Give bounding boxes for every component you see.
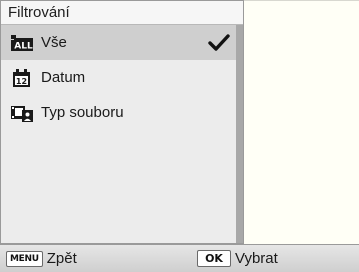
menu-key-badge: MENU bbox=[6, 250, 43, 267]
all-files-icon: ALL bbox=[11, 34, 33, 52]
preview-area bbox=[244, 0, 359, 244]
back-label: Zpět bbox=[46, 250, 77, 267]
menu-item-all[interactable]: ALL Vše bbox=[1, 25, 236, 60]
menu-title: Filtrování bbox=[1, 1, 243, 25]
select-label: Vybrat bbox=[235, 250, 278, 267]
menu-item-label: Typ souboru bbox=[41, 104, 124, 121]
checkmark-icon bbox=[208, 33, 230, 53]
back-hint[interactable]: MENU Zpět bbox=[6, 245, 77, 272]
scrollbar-thumb[interactable] bbox=[236, 25, 243, 243]
menu-item-date[interactable]: 12 Datum bbox=[1, 60, 236, 95]
menu-item-label: Datum bbox=[41, 69, 86, 86]
menu-scrollbar[interactable] bbox=[236, 25, 243, 243]
ok-key-badge: OK bbox=[197, 250, 231, 267]
svg-text:ALL: ALL bbox=[14, 42, 33, 52]
svg-text:12: 12 bbox=[16, 77, 27, 86]
file-type-icon bbox=[11, 104, 33, 122]
calendar-date-icon: 12 bbox=[11, 69, 33, 87]
menu-item-file-type[interactable]: Typ souboru bbox=[1, 95, 236, 130]
button-hint-bar: MENU Zpět OK Vybrat bbox=[0, 244, 359, 272]
menu-item-label: Vše bbox=[41, 34, 67, 51]
select-hint[interactable]: OK Vybrat bbox=[197, 245, 278, 272]
filter-screen: Filtrování ALL Vše 12 Datum Typ souboru … bbox=[0, 0, 359, 272]
filter-options-list: ALL Vše 12 Datum Typ souboru bbox=[1, 25, 236, 243]
filter-menu-panel: Filtrování ALL Vše 12 Datum Typ souboru bbox=[0, 0, 244, 244]
